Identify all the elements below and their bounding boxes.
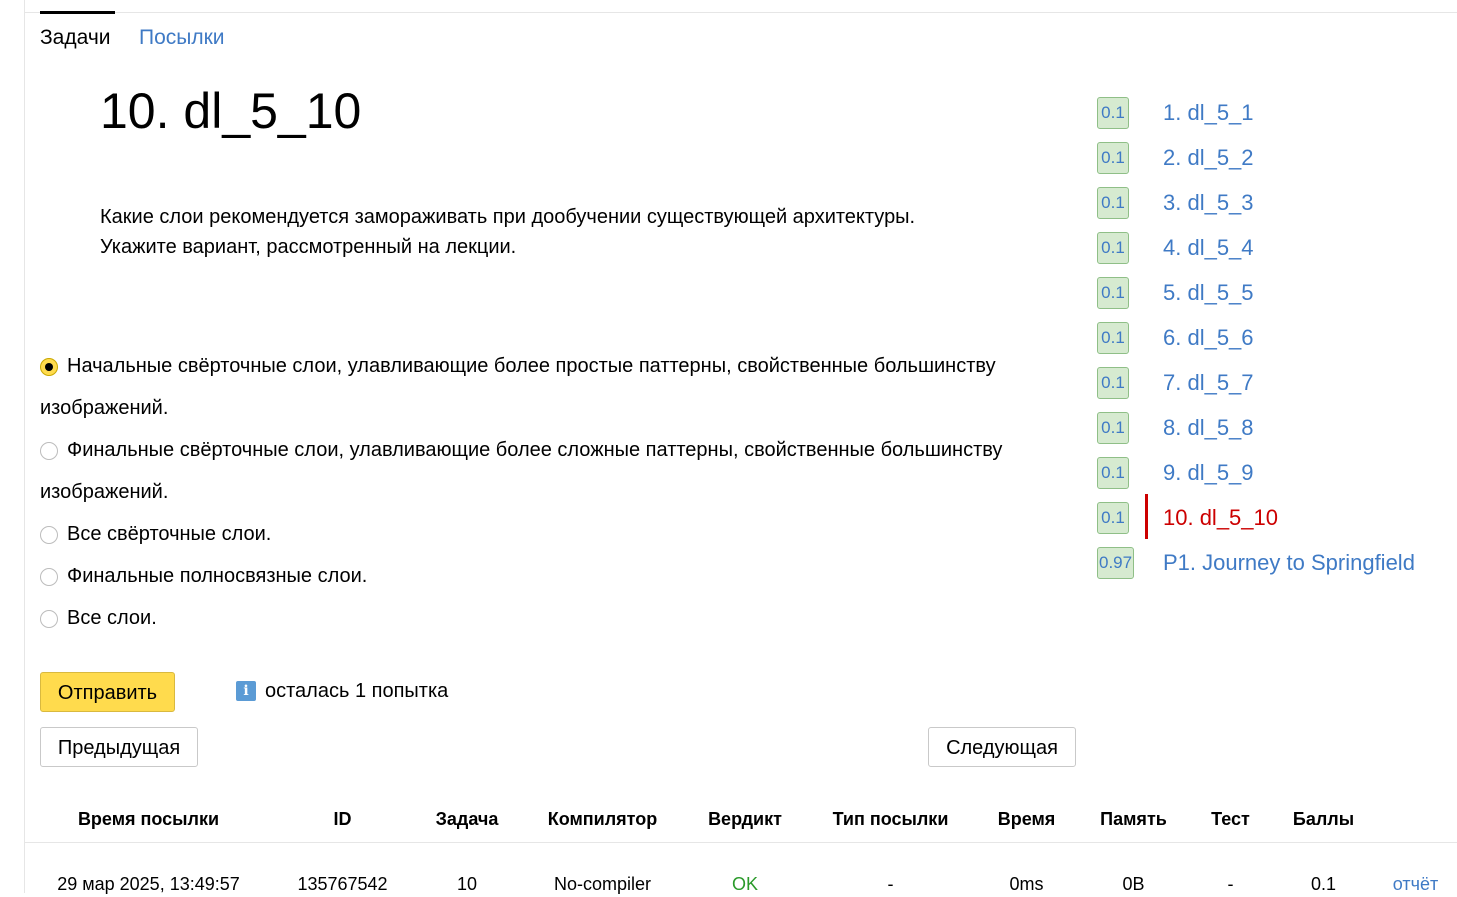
previous-button[interactable]: Предыдущая [40,727,198,767]
problem-list-item-current[interactable]: 0.1 10. dl_5_10 [1096,497,1456,542]
radio-button[interactable] [40,442,58,460]
problem-link[interactable]: 3. dl_5_3 [1163,190,1254,216]
column-header: Задача [412,797,522,843]
column-header: ID [273,797,412,843]
option-label-continued: изображений. [40,471,1030,513]
answer-option[interactable]: Финальные свёрточные слои, улавливающие … [40,429,1030,513]
column-header: Компилятор [522,797,683,843]
score-badge: 0.1 [1097,367,1129,399]
report-link[interactable]: отчёт [1374,843,1457,897]
problem-list-item[interactable]: 0.1 4. dl_5_4 [1096,227,1456,272]
problem-link[interactable]: 5. dl_5_5 [1163,280,1254,306]
score-badge: 0.1 [1097,277,1129,309]
option-label: Все слои. [67,607,157,629]
score-badge: 0.1 [1097,187,1129,219]
left-border [24,0,25,893]
current-problem-indicator [1145,494,1148,539]
column-header: Время [974,797,1079,843]
problem-link[interactable]: 8. dl_5_8 [1163,415,1254,441]
submissions-table: Время посылки ID Задача Компилятор Верди… [24,797,1457,897]
problem-link[interactable]: 7. dl_5_7 [1163,370,1254,396]
problem-list-item[interactable]: 0.1 1. dl_5_1 [1096,92,1456,137]
answer-option[interactable]: Все свёрточные слои. [40,513,1030,555]
answer-option[interactable]: Все слои. [40,597,1030,639]
submit-button[interactable]: Отправить [40,672,175,712]
radio-button[interactable] [40,568,58,586]
column-header: Память [1079,797,1188,843]
score-badge: 0.1 [1097,322,1129,354]
problem-list-item[interactable]: 0.1 5. dl_5_5 [1096,272,1456,317]
column-header: Баллы [1273,797,1374,843]
option-label: Все свёрточные слои. [67,523,271,545]
problem-list-item[interactable]: 0.1 8. dl_5_8 [1096,407,1456,452]
active-tab-indicator [40,11,115,14]
option-label-continued: изображений. [40,387,1030,429]
radio-button[interactable] [40,358,58,376]
problem-list-item[interactable]: 0.97 P1. Journey to Springfield [1096,542,1456,587]
radio-button[interactable] [40,610,58,628]
option-label: Финальные полносвязные слои. [67,565,367,587]
statement-line: Укажите вариант, рассмотренный на лекции… [100,232,1020,262]
column-header: Тест [1188,797,1273,843]
problem-link[interactable]: P1. Journey to Springfield [1163,550,1415,576]
option-label: Начальные свёрточные слои, улавливающие … [67,355,996,377]
score-badge: 0.97 [1097,547,1134,579]
problem-list-item[interactable]: 0.1 3. dl_5_3 [1096,182,1456,227]
tab-problems[interactable]: Задачи [40,26,111,50]
attempts-info: i осталась 1 попытка [236,680,448,703]
column-header: Вердикт [683,797,807,843]
submission-type: - [807,843,974,897]
problem-list-item[interactable]: 0.1 7. dl_5_7 [1096,362,1456,407]
answer-option[interactable]: Начальные свёрточные слои, улавливающие … [40,345,1030,429]
answer-option[interactable]: Финальные полносвязные слои. [40,555,1030,597]
submission-verdict: OK [683,843,807,897]
score-badge: 0.1 [1097,142,1129,174]
problem-list-item[interactable]: 0.1 9. dl_5_9 [1096,452,1456,497]
next-button[interactable]: Следующая [928,727,1076,767]
radio-button[interactable] [40,526,58,544]
problem-link[interactable]: 4. dl_5_4 [1163,235,1254,261]
problem-link[interactable]: 6. dl_5_6 [1163,325,1254,351]
info-icon: i [236,681,256,701]
submission-id: 135767542 [273,843,412,897]
problem-title: 10. dl_5_10 [100,83,361,139]
problem-link[interactable]: 2. dl_5_2 [1163,145,1254,171]
column-header: Время посылки [24,797,273,843]
problem-link[interactable]: 10. dl_5_10 [1163,505,1278,531]
problem-statement: Какие слои рекомендуется замораживать пр… [100,202,1020,262]
column-header [1374,797,1457,843]
table-row: 29 мар 2025, 13:49:57 135767542 10 No-co… [24,843,1457,897]
score-badge: 0.1 [1097,97,1129,129]
score-badge: 0.1 [1097,502,1129,534]
problem-list-item[interactable]: 0.1 2. dl_5_2 [1096,137,1456,182]
submission-time-used: 0ms [974,843,1079,897]
score-badge: 0.1 [1097,412,1129,444]
problem-link[interactable]: 1. dl_5_1 [1163,100,1254,126]
score-badge: 0.1 [1097,232,1129,264]
table-header-row: Время посылки ID Задача Компилятор Верди… [24,797,1457,843]
submission-compiler: No-compiler [522,843,683,897]
problem-list-item[interactable]: 0.1 6. dl_5_6 [1096,317,1456,362]
submission-score: 0.1 [1273,843,1374,897]
submission-time: 29 мар 2025, 13:49:57 [24,843,273,897]
attempts-left-text: осталась 1 попытка [265,680,448,702]
submission-memory: 0B [1079,843,1188,897]
column-header: Тип посылки [807,797,974,843]
score-badge: 0.1 [1097,457,1129,489]
submission-problem: 10 [412,843,522,897]
option-label: Финальные свёрточные слои, улавливающие … [67,439,1002,461]
answer-options: Начальные свёрточные слои, улавливающие … [40,345,1030,639]
top-border [24,12,1457,13]
statement-line: Какие слои рекомендуется замораживать пр… [100,202,1020,232]
submission-test: - [1188,843,1273,897]
tab-submissions[interactable]: Посылки [139,26,225,50]
problem-link[interactable]: 9. dl_5_9 [1163,460,1254,486]
